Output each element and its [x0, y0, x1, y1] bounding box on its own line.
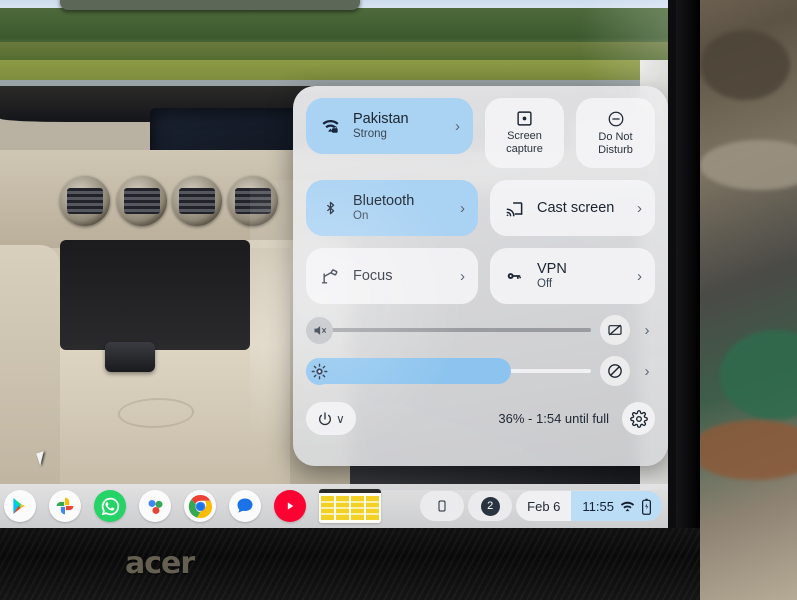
wifi-tile[interactable]: Pakistan Strong ›: [306, 98, 473, 154]
notification-counter-button[interactable]: 2: [468, 491, 513, 521]
screen-capture-label: Screen capture: [506, 130, 543, 155]
wifi-lock-icon: [317, 117, 343, 135]
desk-lamp-icon: [317, 267, 343, 286]
focus-title: Focus: [353, 267, 393, 284]
shelf-item-chrome[interactable]: [184, 490, 216, 522]
shelf: 2 Feb 6 11:55: [0, 484, 668, 528]
power-icon: [317, 411, 333, 427]
google-meet-icon: [145, 496, 166, 517]
brightness-icon[interactable]: [306, 357, 333, 385]
chevron-right-icon[interactable]: ›: [460, 200, 467, 217]
chevron-right-icon[interactable]: ›: [639, 322, 655, 339]
battery-status-text: 36% - 1:54 until full: [498, 411, 609, 426]
laptop-palmrest: [0, 528, 700, 600]
wifi-signal-status: Strong: [353, 128, 387, 141]
bluetooth-tile[interactable]: Bluetooth On ›: [306, 180, 478, 236]
cast-icon: [501, 199, 527, 218]
shelf-app-list: [0, 489, 381, 523]
quick-settings-panel: Pakistan Strong › Screen capture Do Not …: [293, 86, 668, 466]
gear-icon: [629, 409, 648, 428]
bluetooth-icon: [317, 197, 343, 219]
whatsapp-icon: [100, 496, 121, 517]
shelf-item-play-store[interactable]: [4, 490, 36, 522]
chromeos-screen: Pakistan Strong › Screen capture Do Not …: [0, 0, 668, 528]
shelf-item-google-photos[interactable]: [49, 490, 81, 522]
wifi-network-name: Pakistan: [353, 110, 409, 127]
notification-badge: 2: [480, 496, 500, 516]
bluetooth-status: On: [353, 210, 369, 223]
chevron-right-icon[interactable]: ›: [455, 118, 462, 135]
volume-slider-row: ›: [306, 315, 655, 345]
mic-muted-icon[interactable]: [600, 315, 630, 345]
date-display[interactable]: Feb 6: [516, 491, 572, 521]
cast-screen-tile[interactable]: Cast screen ›: [490, 180, 655, 236]
power-button[interactable]: ∨: [306, 402, 356, 435]
shelf-item-google-messages[interactable]: [229, 490, 261, 522]
night-light-off-icon[interactable]: [600, 356, 630, 386]
chevron-right-icon[interactable]: ›: [637, 268, 644, 285]
screen-capture-icon: [512, 110, 538, 127]
youtube-icon: [279, 498, 301, 514]
focus-tile[interactable]: Focus ›: [306, 248, 478, 304]
google-photos-icon: [55, 496, 75, 516]
shelf-item-whatsapp[interactable]: [94, 490, 126, 522]
bezel-right-edge: [676, 0, 700, 528]
do-not-disturb-label: Do Not Disturb: [598, 130, 633, 156]
screen-capture-tile[interactable]: Screen capture: [485, 98, 564, 168]
shelf-item-google-sheets[interactable]: [319, 489, 381, 523]
acer-logo: acer: [125, 546, 195, 581]
key-icon: [501, 268, 527, 284]
volume-slider[interactable]: [306, 316, 591, 344]
vpn-status: Off: [537, 278, 553, 291]
chrome-icon: [188, 494, 213, 519]
status-tray[interactable]: 11:55: [571, 491, 662, 521]
bluetooth-title: Bluetooth: [353, 192, 415, 209]
palmrest-texture: [0, 528, 700, 600]
clock-time: 11:55: [582, 498, 614, 514]
brightness-slider[interactable]: [306, 357, 591, 385]
sheets-icon: [319, 489, 381, 523]
settings-button[interactable]: [622, 402, 655, 435]
screenshot-root: acer Pakistan Strong › Screen capture Do…: [0, 0, 797, 600]
phone-icon: [436, 497, 448, 515]
shelf-item-google-meet[interactable]: [139, 490, 171, 522]
shelf-status-area: 2 Feb 6 11:55: [420, 491, 668, 521]
play-store-icon: [11, 496, 30, 516]
phone-hub-button[interactable]: [420, 491, 465, 521]
volume-muted-icon[interactable]: [306, 316, 333, 344]
do-not-disturb-tile[interactable]: Do Not Disturb: [576, 98, 655, 168]
brightness-slider-row: ›: [306, 356, 655, 386]
do-not-disturb-icon: [603, 110, 629, 128]
cast-screen-title: Cast screen: [537, 199, 615, 216]
chevron-right-icon[interactable]: ›: [637, 200, 644, 217]
chevron-down-icon[interactable]: ∨: [336, 412, 345, 426]
vpn-title: VPN: [537, 260, 567, 277]
chevron-right-icon[interactable]: ›: [639, 363, 655, 380]
battery-charging-icon: [641, 498, 652, 515]
wifi-icon: [620, 500, 635, 512]
messages-icon: [235, 496, 255, 516]
quick-settings-footer: ∨ 36% - 1:54 until full: [306, 402, 655, 435]
vpn-tile[interactable]: VPN Off ›: [490, 248, 655, 304]
shelf-item-youtube[interactable]: [274, 490, 306, 522]
chevron-right-icon[interactable]: ›: [460, 268, 467, 285]
